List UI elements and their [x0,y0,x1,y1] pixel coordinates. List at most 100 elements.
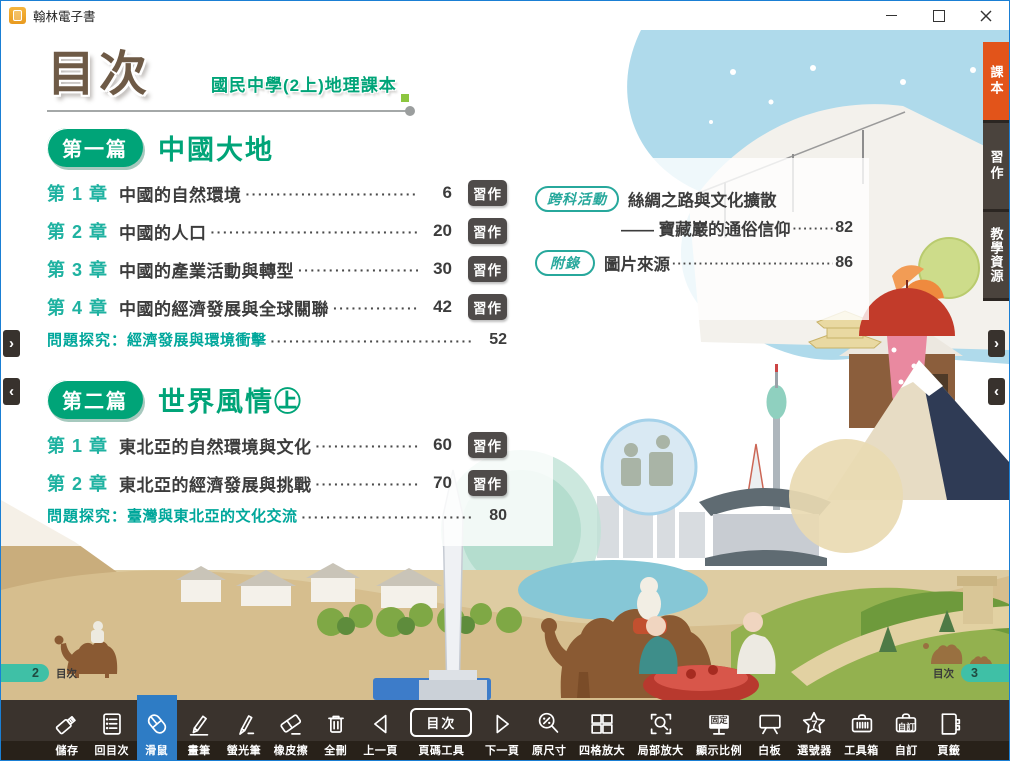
appendix-badge: 附錄 [535,250,595,276]
page-number: 6 [418,183,452,203]
dots-leader [211,224,419,240]
tool-back-to-toc[interactable]: 回目次 [90,700,135,761]
magnifier-percent-icon [534,709,564,739]
side-tabs: 課本 習作 教學資源 [983,42,1009,301]
page-number: 70 [418,473,452,493]
section-badge: 第二篇 [47,380,143,419]
toc-row[interactable]: 問題探究： 臺灣與東北亞的文化交流 80 [47,505,507,526]
chapter-label: 問題探究： [47,505,127,526]
tool-pen[interactable]: 畫筆 [179,700,219,761]
toc-page-button[interactable]: 目次 [410,708,472,737]
page-number: 30 [418,259,452,279]
section-badge: 第一篇 [47,128,143,167]
titlebar: 翰林電子書 [1,1,1009,30]
cross-activity-subtitle: —— 寶藏巖的通俗信仰 [621,216,791,240]
tool-eraser[interactable]: 橡皮擦 [269,700,314,761]
zoom-region-icon [646,709,676,739]
tool-highlighter[interactable]: 螢光筆 [222,700,267,761]
toc-row[interactable]: 第 2 章 中國的人口 20 習作 [47,218,507,244]
dots-leader [316,476,419,492]
trash-icon [321,709,351,739]
title-divider [47,110,407,112]
page-corner-label: 目次 [933,666,954,681]
app-icon [9,7,26,24]
toc-row[interactable]: 第 4 章 中國的經濟發展與全球關聯 42 習作 [47,294,507,320]
page-number: 82 [835,219,853,237]
page-number: 60 [418,435,452,455]
page-corner-left: 2 目次 [1,664,77,682]
left-triangle-icon [366,709,396,739]
section-2-rows: 第 1 章 東北亞的自然環境與文化 60 習作 第 2 章 東北亞的經濟發展與挑… [47,432,561,526]
page-number-pill: 2 [1,664,49,682]
section-title: 世界風情㊤ [158,380,303,419]
workbook-button[interactable]: 習作 [468,180,507,206]
workbook-button[interactable]: 習作 [468,294,507,320]
dots-leader [333,300,418,316]
subtitle-marker [401,94,409,102]
tool-partial-zoom[interactable]: 局部放大 [633,700,689,761]
section-2: 第二篇 世界風情㊤ 第 1 章 東北亞的自然環境與文化 60 習作 [47,380,561,526]
chapter-label: 第 4 章 [47,294,119,320]
page-number: 80 [473,507,507,525]
custom-label: 自訂 [891,709,921,742]
chapter-title: 中國的自然環境 [119,181,242,206]
tool-mouse[interactable]: 滑鼠 [137,695,177,761]
toc-row[interactable]: 第 1 章 中國的自然環境 6 習作 [47,180,507,206]
dots-leader [298,262,418,278]
page-corner-label: 目次 [56,666,77,681]
chapter-title: 臺灣與東北亞的文化交流 [127,505,298,526]
left-panel-expand-button[interactable]: › [3,330,20,357]
tab-workbook[interactable]: 習作 [983,123,1009,212]
workbook-button[interactable]: 習作 [468,218,507,244]
tool-number-picker[interactable]: 7 選號器 [792,700,837,761]
toc-row[interactable]: 問題探究： 經濟發展與環境衝擊 52 [47,329,507,350]
workbook-button[interactable]: 習作 [468,256,507,282]
workbook-button[interactable]: 習作 [468,470,507,496]
right-panel-expand-button[interactable]: › [988,330,1005,357]
toc-row[interactable]: 第 3 章 中國的產業活動與轉型 30 習作 [47,256,507,282]
chapter-label: 第 1 章 [47,180,119,206]
eraser-icon [276,709,306,739]
tool-whiteboard[interactable]: 白板 [750,700,790,761]
close-icon[interactable] [962,1,1009,30]
right-triangle-icon [487,709,517,739]
cross-activity-title: 絲綢之路與文化擴散 [628,187,777,211]
fixed-label: 固定 [704,710,734,730]
appendix-title: 圖片來源 [604,251,670,275]
tool-delete-all[interactable]: 全刪 [316,700,356,761]
highlighter-icon [229,709,259,739]
tool-toolbox[interactable]: 工具箱 [839,700,884,761]
chapter-label: 第 3 章 [47,256,119,282]
left-panel-collapse-button[interactable]: ‹ [3,378,20,405]
tool-next-page[interactable]: 下一頁 [480,700,525,761]
dots-leader [793,221,834,236]
minimize-icon[interactable] [868,1,915,30]
toc-row[interactable]: 第 2 章 東北亞的經濟發展與挑戰 70 習作 [47,470,507,496]
toc-row[interactable]: 第 1 章 東北亞的自然環境與文化 60 習作 [47,432,507,458]
tool-original-size[interactable]: 原尺寸 [527,700,572,761]
chapter-title: 東北亞的自然環境與文化 [119,433,312,458]
section-title: 中國大地 [158,128,274,167]
tool-page-tabs[interactable]: 頁籤 [929,700,969,761]
window-controls [868,1,1009,30]
section-1-rows: 第 1 章 中國的自然環境 6 習作 第 2 章 中國的人口 20 習 [47,180,561,350]
maximize-icon[interactable] [915,1,962,30]
tool-custom[interactable]: 自訂 自訂 [886,700,926,761]
star-number: 7 [799,709,829,740]
chapter-label: 第 1 章 [47,432,119,458]
dots-leader [316,438,419,454]
page-title: 目次 [47,50,151,100]
tool-prev-page[interactable]: 上一頁 [358,700,403,761]
chapter-title: 東北亞的經濟發展與挑戰 [119,471,312,496]
dots-leader [302,509,473,525]
tool-quad-zoom[interactable]: 四格放大 [574,700,630,761]
dots-leader [271,333,473,349]
tool-save[interactable]: 儲存 [47,700,87,761]
right-panel-collapse-button[interactable]: ‹ [988,378,1005,405]
tool-page-tool[interactable]: 目次 頁碼工具 [405,700,477,761]
workbook-button[interactable]: 習作 [468,432,507,458]
tab-textbook[interactable]: 課本 [983,42,1009,123]
tool-display-ratio[interactable]: 固定 顯示比例 [691,700,747,761]
tab-teaching-resources[interactable]: 教學資源 [983,212,1009,301]
chapter-label: 第 2 章 [47,218,119,244]
